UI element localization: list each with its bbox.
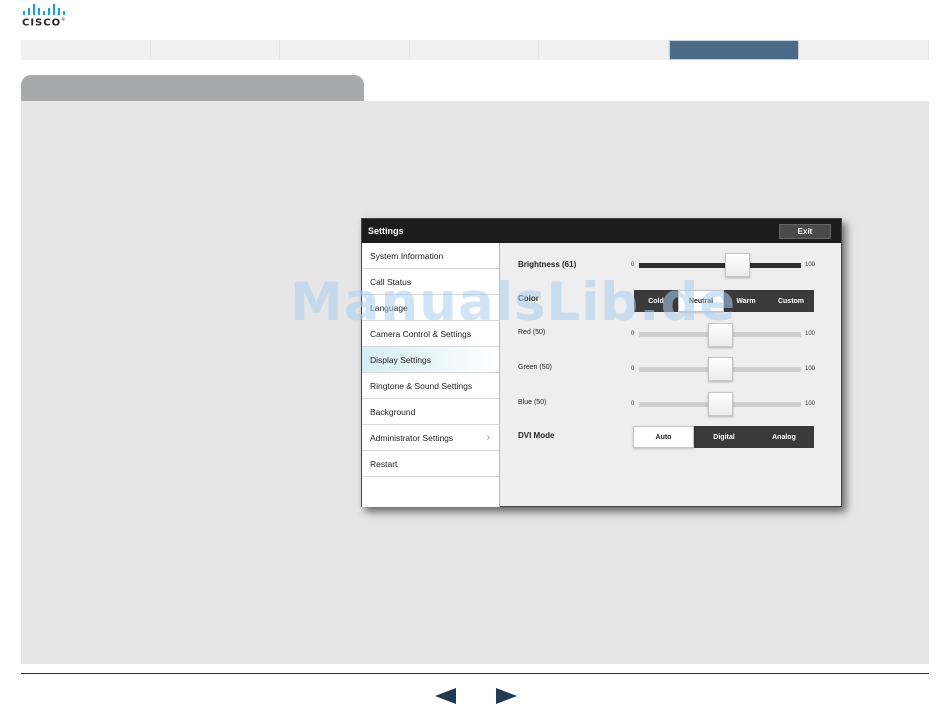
menu-item-label: Ringtone & Sound Settings xyxy=(370,380,473,391)
nav-tab[interactable] xyxy=(799,40,930,60)
menu-item-label: Background xyxy=(370,406,416,417)
settings-title: Settings xyxy=(368,226,404,236)
top-nav xyxy=(21,40,930,60)
menu-item-call-status[interactable]: Call Status xyxy=(362,269,499,295)
nav-tab[interactable] xyxy=(539,40,669,60)
menu-item-system-information[interactable]: System Information xyxy=(362,243,499,269)
dvi-mode-label: DVI Mode xyxy=(518,431,555,440)
menu-item-label: Language xyxy=(370,302,408,313)
color-segmented-control: Cold Neutral Warm Custom xyxy=(634,290,814,312)
menu-item-background[interactable]: Background xyxy=(362,399,499,425)
menu-item-camera-control[interactable]: Camera Control & Settings xyxy=(362,321,499,347)
brightness-slider-thumb[interactable] xyxy=(725,253,751,277)
menu-item-ringtone-sound[interactable]: Ringtone & Sound Settings xyxy=(362,373,499,399)
nav-tab[interactable] xyxy=(280,40,410,60)
green-label: Green (50) xyxy=(518,364,552,371)
menu-item-label: Restart xyxy=(370,458,398,469)
color-option-neutral[interactable]: Neutral xyxy=(678,290,724,312)
blue-label: Blue (50) xyxy=(518,399,547,406)
logo-text: CISCO xyxy=(22,17,62,29)
triangle-right-icon[interactable] xyxy=(496,688,517,704)
brightness-slider[interactable] xyxy=(639,263,801,268)
brightness-min: 0 xyxy=(631,262,635,268)
blue-min: 0 xyxy=(631,401,635,407)
color-label: Color xyxy=(518,294,539,303)
dvi-option-analog[interactable]: Analog xyxy=(754,426,814,448)
settings-window: Settings Exit System Information Call St… xyxy=(361,218,842,507)
settings-menu: System Information Call Status Language … xyxy=(362,243,500,507)
dvi-option-auto[interactable]: Auto xyxy=(633,426,694,448)
triangle-left-icon[interactable] xyxy=(435,688,456,704)
blue-slider-thumb[interactable] xyxy=(707,392,733,416)
chevron-right-icon: › xyxy=(486,432,490,443)
section-header-tab xyxy=(21,75,364,102)
registered-mark: ® xyxy=(61,17,67,22)
menu-item-label: Call Status xyxy=(370,276,412,287)
green-min: 0 xyxy=(631,366,635,372)
red-label: Red (50) xyxy=(518,329,546,336)
dvi-option-digital[interactable]: Digital xyxy=(694,426,754,448)
cisco-bars-icon xyxy=(22,4,68,15)
menu-item-label: Administrator Settings xyxy=(370,432,454,443)
menu-item-label: Display Settings xyxy=(370,354,431,365)
menu-item-display-settings[interactable]: Display Settings xyxy=(362,347,499,373)
green-max: 100 xyxy=(805,366,816,372)
dvi-mode-segmented-control: Auto Digital Analog xyxy=(633,426,814,448)
cisco-logo: CISCO® xyxy=(22,4,68,28)
nav-tab[interactable] xyxy=(410,40,540,60)
blue-max: 100 xyxy=(805,401,816,407)
menu-item-label: Camera Control & Settings xyxy=(370,328,472,339)
nav-tab-active[interactable] xyxy=(668,40,800,60)
footer-divider xyxy=(21,673,929,674)
nav-tab[interactable] xyxy=(151,40,281,60)
green-slider-thumb[interactable] xyxy=(707,357,733,381)
color-option-custom[interactable]: Custom xyxy=(768,290,814,312)
brightness-label: Brightness (61) xyxy=(518,260,577,269)
brightness-max: 100 xyxy=(805,262,816,268)
color-option-warm[interactable]: Warm xyxy=(724,290,768,312)
menu-item-label: System Information xyxy=(370,250,444,261)
menu-item-administrator-settings[interactable]: Administrator Settings › xyxy=(362,425,499,451)
red-slider-thumb[interactable] xyxy=(707,323,733,347)
settings-titlebar: Settings Exit xyxy=(362,219,841,243)
display-settings-panel: Brightness (61) 0 100 Color Cold Neutral… xyxy=(501,243,841,507)
nav-tab[interactable] xyxy=(21,40,151,60)
menu-item-language[interactable]: Language xyxy=(362,295,499,321)
red-max: 100 xyxy=(805,331,816,337)
exit-button[interactable]: Exit xyxy=(779,223,831,239)
red-min: 0 xyxy=(631,331,635,337)
menu-item-restart[interactable]: Restart xyxy=(362,451,499,477)
color-option-cold[interactable]: Cold xyxy=(634,290,678,312)
